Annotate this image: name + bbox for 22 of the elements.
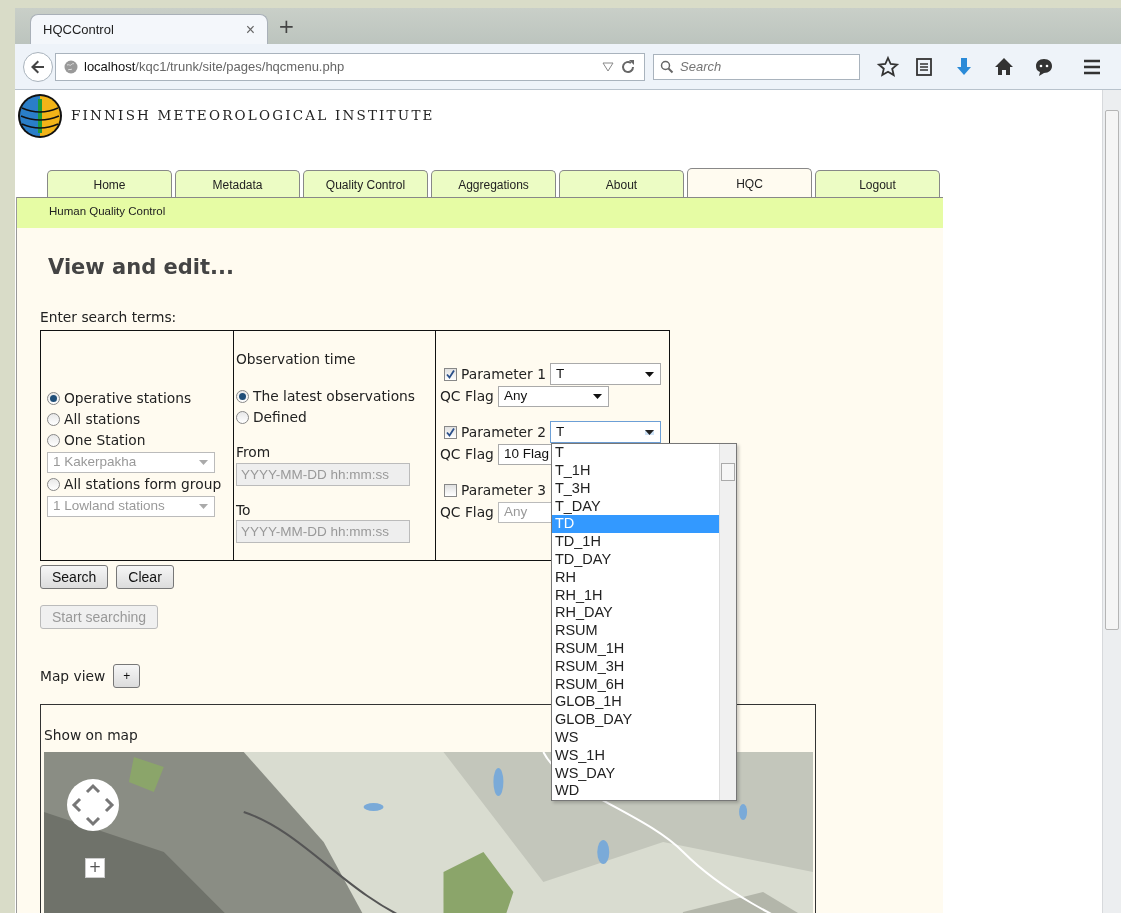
qc-flag-label: QC Flag (440, 444, 494, 464)
logo-text: FINNISH METEOROLOGICAL INSTITUTE (71, 106, 435, 126)
radio-label: One Station (64, 430, 146, 450)
url-text: localhost/kqc1/trunk/site/pages/hqcmenu.php (84, 57, 345, 76)
radio-label: All stations (64, 409, 141, 429)
parameter-label: Parameter 2 (461, 422, 546, 442)
section-label: Enter search terms: (40, 307, 178, 327)
qc-flag-label: QC Flag (440, 386, 494, 406)
radio-label: All stations form group (64, 474, 222, 494)
radio-label: The latest observations (253, 387, 415, 407)
map-title: Show on map (44, 727, 138, 744)
qc-flag-label: QC Flag (440, 502, 494, 522)
field-label: To (236, 500, 252, 520)
radio-label: Operative stations (64, 388, 192, 408)
field-label: Observation time (236, 350, 357, 370)
tab-title: HQCControl (43, 20, 114, 39)
parameter-label: Parameter 3 (461, 480, 546, 500)
page-heading: View and edit... (48, 254, 235, 281)
map-view-label: Map view (40, 666, 106, 686)
radio-label: Defined (253, 408, 307, 428)
parameter-label: Parameter 1 (461, 364, 546, 384)
field-label: From (236, 442, 272, 462)
